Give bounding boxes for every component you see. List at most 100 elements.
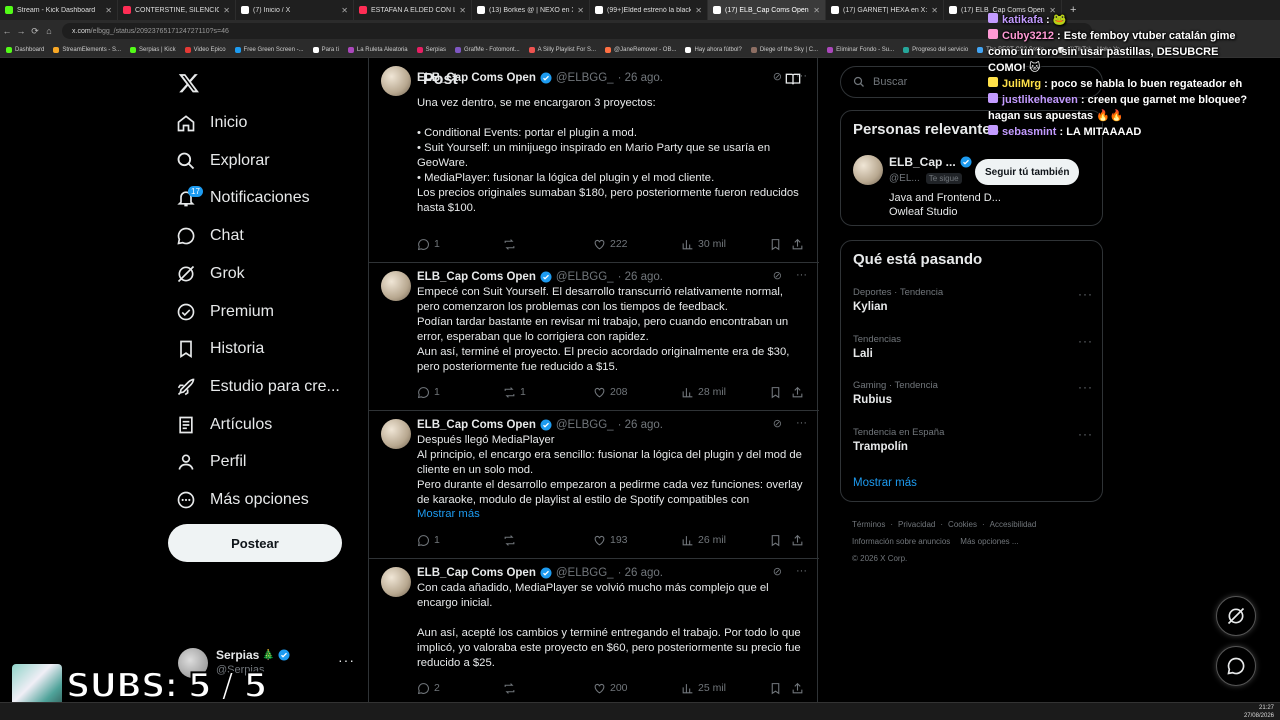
post-button[interactable]: Postear	[168, 524, 342, 562]
views-button[interactable]: 30 mil	[681, 238, 726, 251]
tweet[interactable]: ELB_Cap Coms Open @ELBGG_ · 26 ago. ⊘ ··· Des…	[369, 411, 819, 559]
grok-explain-icon[interactable]: ⊘	[773, 70, 782, 83]
tweet-more-icon[interactable]: ···	[796, 70, 807, 83]
footer-link[interactable]: Privacidad	[898, 520, 935, 529]
bookmark-item[interactable]: Dashboard	[6, 46, 44, 53]
reply-button[interactable]: 2	[417, 682, 440, 695]
follow-back-button[interactable]: Seguir tú también	[975, 159, 1080, 185]
repost-button[interactable]	[503, 682, 520, 695]
browser-tab[interactable]: (17) GARNET| HEXA en X: "Terr...✕	[826, 0, 944, 20]
tweet-author-handle[interactable]: @ELBGG_	[556, 271, 614, 283]
avatar[interactable]	[381, 567, 411, 597]
bookmark-item[interactable]: A Silly Playlist For S...	[528, 46, 596, 53]
browser-tab[interactable]: (99+)Elded estrenó la blacklist... ✕	[590, 0, 708, 20]
repost-button[interactable]: 1	[503, 386, 526, 399]
nav-item-explorar[interactable]: Explorar	[176, 146, 270, 176]
home-nav-icon[interactable]: ⌂	[42, 26, 56, 36]
tab-close-icon[interactable]: ✕	[813, 6, 820, 15]
nav-item-historia[interactable]: Historia	[176, 334, 264, 364]
grok-explain-icon[interactable]: ⊘	[773, 269, 782, 282]
tweet[interactable]: ELB_Cap Coms Open @ELBGG_ · 26 ago. ⊘ ··· Una…	[369, 66, 819, 263]
account-more-icon[interactable]: ···	[338, 652, 355, 668]
tweet[interactable]: ELB_Cap Coms Open @ELBGG_ · 26 ago. ⊘ ··· Emp…	[369, 263, 819, 411]
nav-item-estudio-para-cre-[interactable]: Estudio para cre...	[176, 372, 340, 402]
bookmark-button[interactable]	[769, 534, 782, 547]
tweet-author-handle[interactable]: @ELBGG_	[556, 567, 614, 579]
views-button[interactable]: 28 mil	[681, 386, 726, 399]
bookmark-item[interactable]: Serpias	[416, 46, 446, 53]
show-more-link[interactable]: Mostrar más	[417, 508, 480, 520]
tweet-timestamp[interactable]: · 26 ago.	[618, 567, 663, 579]
tweet-author-name[interactable]: ELB_Cap Coms Open	[417, 72, 536, 84]
repost-button[interactable]	[503, 534, 520, 547]
bookmark-item[interactable]: @JaneRemover - OB...	[605, 46, 676, 53]
bookmark-item[interactable]: Eliminar Fondo - Su...	[827, 46, 894, 53]
footer-link[interactable]: Cookies	[948, 520, 977, 529]
bookmark-button[interactable]	[769, 682, 782, 695]
tweet-more-icon[interactable]: ···	[796, 417, 807, 430]
tab-close-icon[interactable]: ✕	[459, 6, 466, 15]
tab-close-icon[interactable]: ✕	[931, 6, 938, 15]
nav-item-inicio[interactable]: Inicio	[176, 108, 247, 138]
bookmark-item[interactable]: Serpias | Kick	[130, 46, 176, 53]
browser-tab[interactable]: (13) Borkes @ | NEXO en X: "N... ✕	[472, 0, 590, 20]
nav-item-chat[interactable]: Chat	[176, 221, 244, 251]
footer-link[interactable]: Accesibilidad	[990, 520, 1037, 529]
bookmark-button[interactable]	[769, 238, 782, 251]
x-logo-icon[interactable]	[178, 72, 200, 99]
share-button[interactable]	[791, 386, 804, 399]
reload-icon[interactable]: ⟳	[28, 26, 42, 37]
views-button[interactable]: 25 mil	[681, 682, 726, 695]
avatar[interactable]	[381, 66, 411, 96]
trend-item[interactable]: Deportes · Tendencia Kylian ···	[853, 287, 1093, 313]
tweet-author-name[interactable]: ELB_Cap Coms Open	[417, 419, 536, 431]
tab-close-icon[interactable]: ✕	[577, 6, 584, 15]
bookmark-item[interactable]: Progreso del servicio	[903, 46, 968, 53]
views-button[interactable]: 26 mil	[681, 534, 726, 547]
reply-button[interactable]: 1	[417, 386, 440, 399]
trend-item[interactable]: Tendencia en España Trampolín ···	[853, 427, 1093, 453]
bookmark-button[interactable]	[769, 386, 782, 399]
bookmark-item[interactable]: Free Green Screen -...	[234, 46, 304, 53]
tweet-author-handle[interactable]: @ELBGG_	[556, 419, 614, 431]
reply-button[interactable]: 1	[417, 238, 440, 251]
repost-button[interactable]	[503, 238, 520, 251]
grok-floating-button[interactable]	[1216, 596, 1256, 636]
reply-button[interactable]: 1	[417, 534, 440, 547]
footer-link[interactable]: Información sobre anuncios	[852, 537, 950, 546]
like-button[interactable]: 193	[593, 534, 628, 547]
bookmark-item[interactable]: Video Epico	[184, 46, 226, 53]
browser-tab[interactable]: (17) ELB_Cap Coms Open en X... ✕	[708, 0, 826, 20]
nav-item-más-opciones[interactable]: Más opciones	[176, 485, 309, 515]
url-field[interactable]: x.com/elbgg_/status/2092376517124727110?…	[62, 23, 1092, 39]
nav-item-artículos[interactable]: Artículos	[176, 410, 272, 440]
trend-item[interactable]: Gaming · Tendencia Rubius ···	[853, 380, 1093, 406]
bookmark-item[interactable]: GrafMe - Fotomont...	[454, 46, 520, 53]
bookmark-item[interactable]: Para ti	[312, 46, 339, 53]
bookmark-item[interactable]: Hay ahora fútbol?	[685, 46, 742, 53]
tab-close-icon[interactable]: ✕	[341, 6, 348, 15]
bookmark-item[interactable]: Diege of the Sky | C...	[750, 46, 818, 53]
browser-tab[interactable]: CONTERSTINE, SILENCIO Y CH...✕	[118, 0, 236, 20]
footer-link[interactable]: Más opciones ...	[960, 537, 1018, 546]
share-button[interactable]	[791, 682, 804, 695]
avatar[interactable]	[381, 419, 411, 449]
like-button[interactable]: 200	[593, 682, 628, 695]
trend-more-icon[interactable]: ···	[1078, 334, 1093, 348]
avatar[interactable]	[381, 271, 411, 301]
share-button[interactable]	[791, 534, 804, 547]
trend-more-icon[interactable]: ···	[1078, 287, 1093, 301]
browser-tab[interactable]: ESTAFAN A ELDED CON LAS A... ✕	[354, 0, 472, 20]
tweet-timestamp[interactable]: · 26 ago.	[618, 419, 663, 431]
browser-tab[interactable]: Stream - Kick Dashboard ✕	[0, 0, 118, 20]
tweet-more-icon[interactable]: ···	[796, 565, 807, 578]
like-button[interactable]: 208	[593, 386, 628, 399]
back-nav-icon[interactable]: ←	[0, 26, 14, 36]
footer-link[interactable]: Términos	[852, 520, 885, 529]
forward-nav-icon[interactable]: →	[14, 26, 28, 36]
tweet-timestamp[interactable]: · 26 ago.	[618, 72, 663, 84]
trend-more-icon[interactable]: ···	[1078, 380, 1093, 394]
bookmark-item[interactable]: La Ruleta Aleatoria	[347, 46, 408, 53]
tweet-author-handle[interactable]: @ELBGG_	[556, 72, 614, 84]
grok-explain-icon[interactable]: ⊘	[773, 565, 782, 578]
